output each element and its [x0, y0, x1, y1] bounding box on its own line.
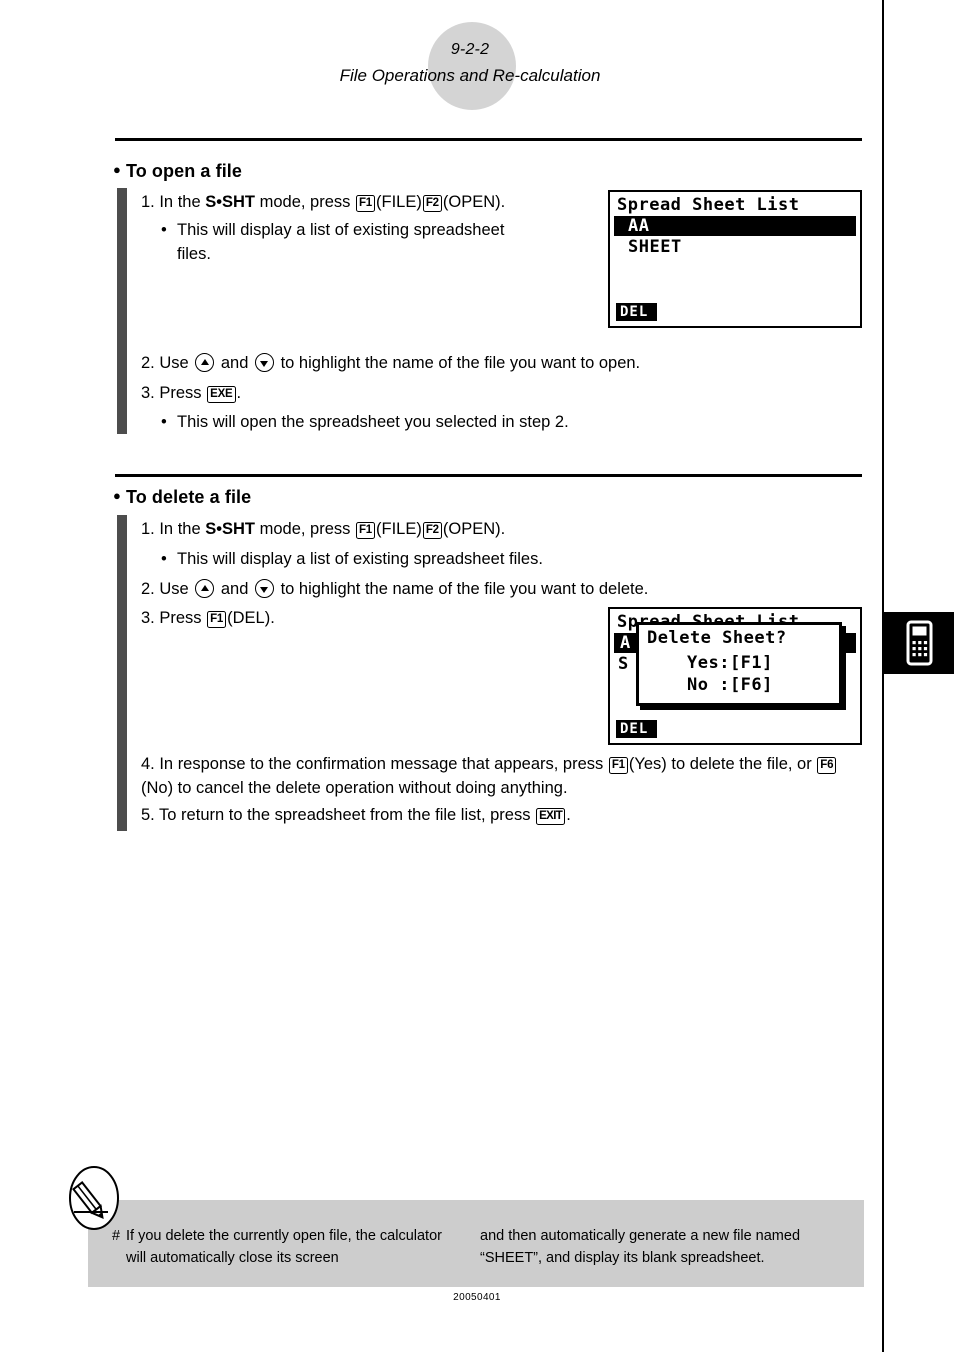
delete-step-3-pre: 3. Press	[141, 609, 207, 627]
side-tab-calculator[interactable]	[884, 612, 954, 674]
delete-step-1-mode: S•SHT	[205, 520, 256, 538]
page-edge-rule	[882, 0, 884, 1352]
lcd-screen-delete-confirm: Spread Sheet List A S Delete Sheet? Yes:…	[608, 607, 862, 745]
page-header: 9-2-2 File Operations and Re-calculation	[0, 38, 940, 89]
delete-step-1-note: • This will display a list of existing s…	[161, 548, 701, 572]
lcd-delete-fkey-del-label: DEL	[620, 720, 649, 737]
open-step-3-note: • This will open the spreadsheet you sel…	[161, 411, 681, 435]
open-step-1: 1. In the S•SHT mode, press F1 (FILE) F2 (O…	[141, 191, 505, 215]
open-step-1-label-file: (FILE)	[376, 193, 422, 211]
lcd-open-fkey-del-label: DEL	[620, 303, 649, 320]
lcd-screen-spreadsheet-list: Spread Sheet List AA SHEET DEL	[608, 190, 862, 328]
bullet-glyph: ●	[113, 488, 121, 503]
open-step-3-pre: 3. Press	[141, 384, 207, 402]
arrow-up-key-icon[interactable]	[195, 353, 215, 372]
lcd-open-title: Spread Sheet List	[617, 195, 800, 215]
delete-confirm-no[interactable]: No :[F6]	[687, 675, 773, 695]
bullet-glyph: ●	[113, 162, 121, 177]
lcd-open-row-2[interactable]: SHEET	[628, 237, 682, 257]
arrow-down-key-icon[interactable]	[254, 579, 274, 598]
section-heading-open-file: ● To open a file	[113, 161, 242, 182]
page-number: 9-2-2	[450, 41, 490, 58]
delete-step-2-mid: and	[216, 580, 253, 598]
delete-step-4-mid: (Yes) to delete the file, or	[628, 755, 817, 773]
lcd-delete-fkey-del[interactable]: DEL	[616, 719, 658, 738]
page-title: File Operations and Re-calculation	[339, 65, 601, 85]
delete-step-1: 1. In the S•SHT mode, press F1 (FILE) F2 (O…	[141, 518, 505, 542]
footnote-column-1-text: If you delete the currently open file, t…	[126, 1228, 442, 1266]
delete-step-5-pre: 5. To return to the spreadsheet from the…	[141, 806, 536, 824]
delete-step-3-post: (DEL).	[227, 609, 275, 627]
lcd-open-fkey-del[interactable]: DEL	[616, 302, 658, 321]
delete-step-2-post: to highlight the name of the file you wa…	[275, 580, 649, 598]
key-f2[interactable]: F2	[422, 522, 442, 539]
open-step-3: 3. Press EXE.	[141, 382, 241, 406]
delete-step-3: 3. Press F1 (DEL).	[141, 607, 275, 631]
arrow-up-key-icon[interactable]	[195, 579, 215, 598]
delete-step-2: 2. Use and to highlight the name of the …	[141, 578, 648, 602]
delete-confirm-question: Delete Sheet?	[647, 628, 787, 648]
open-step-1-mode: S•SHT	[205, 193, 256, 211]
sub-bullet-glyph: •	[161, 221, 167, 239]
open-step-3-note-text: This will open the spreadsheet you selec…	[177, 413, 569, 431]
key-f1[interactable]: F1	[608, 757, 628, 774]
section-heading-delete-file: ● To delete a file	[113, 487, 251, 508]
open-step-1-label-open: (OPEN).	[442, 193, 506, 211]
delete-step-1-label-file: (FILE)	[376, 520, 422, 538]
delete-confirm-yes[interactable]: Yes:[F1]	[687, 653, 773, 673]
key-f1[interactable]: F1	[355, 522, 376, 539]
delete-step-4: 4. In response to the confirmation messa…	[141, 753, 866, 801]
open-step-1-note: • This will display a list of existing s…	[161, 219, 511, 267]
fkey-corner-triangle-icon	[649, 726, 656, 735]
footnote-column-1: # If you delete the currently open file,…	[112, 1226, 462, 1270]
delete-step-1-label-open: (OPEN).	[442, 520, 506, 538]
delete-step-4-pre: 4. In response to the confirmation messa…	[141, 755, 608, 773]
delete-step-1-mid: mode, press	[255, 520, 355, 538]
key-f2[interactable]: F2	[422, 195, 442, 212]
footnote-marker: #	[112, 1228, 121, 1244]
key-f6[interactable]: F6	[817, 757, 837, 774]
open-step-1-note-text: This will display a list of existing spr…	[177, 221, 505, 263]
delete-step-5: 5. To return to the spreadsheet from the…	[141, 804, 571, 828]
open-step-2-post: to highlight the name of the file you wa…	[275, 354, 641, 372]
section-heading-open-file-label: To open a file	[125, 161, 243, 181]
delete-step-4-post: (No) to cancel the delete operation with…	[141, 778, 568, 797]
open-step-2-mid: and	[216, 354, 253, 372]
footnote-column-2: and then automatically generate a new fi…	[480, 1226, 860, 1270]
key-exe[interactable]: EXE	[207, 386, 236, 403]
open-step-1-pre: 1. In the	[141, 193, 206, 211]
delete-confirm-dialog: Delete Sheet? Yes:[F1] No :[F6]	[636, 622, 842, 706]
delete-step-5-post: .	[566, 806, 571, 824]
delete-step-1-pre: 1. In the	[141, 520, 206, 538]
step-group-bar-delete	[117, 515, 127, 831]
section-divider-2	[115, 474, 862, 477]
key-f1[interactable]: F1	[207, 611, 227, 628]
key-exit[interactable]: EXIT	[536, 808, 566, 825]
footnote-column-2-text: and then automatically generate a new fi…	[480, 1228, 801, 1266]
sub-bullet-glyph: •	[161, 413, 167, 431]
lcd-delete-row-2-behind: S	[618, 654, 629, 674]
step-group-bar-open	[117, 188, 127, 434]
section-heading-delete-file-label: To delete a file	[125, 487, 252, 507]
open-step-1-mid: mode, press	[255, 193, 355, 211]
delete-step-1-note-text: This will display a list of existing spr…	[177, 550, 543, 568]
open-step-2: 2. Use and to highlight the name of the …	[141, 352, 640, 376]
section-divider-1	[115, 138, 862, 141]
delete-step-2-pre: 2. Use	[141, 580, 194, 598]
lcd-open-row-selected[interactable]: AA	[614, 216, 856, 236]
sub-bullet-glyph: •	[161, 550, 167, 568]
calculator-icon	[906, 620, 933, 666]
key-f1[interactable]: F1	[355, 195, 376, 212]
arrow-down-key-icon[interactable]	[254, 353, 274, 372]
pencil-note-icon	[68, 1166, 120, 1230]
fkey-corner-triangle-icon	[649, 309, 656, 318]
open-step-3-post: .	[236, 384, 242, 402]
document-code: 20050401	[453, 1292, 501, 1303]
open-step-2-pre: 2. Use	[141, 354, 194, 372]
